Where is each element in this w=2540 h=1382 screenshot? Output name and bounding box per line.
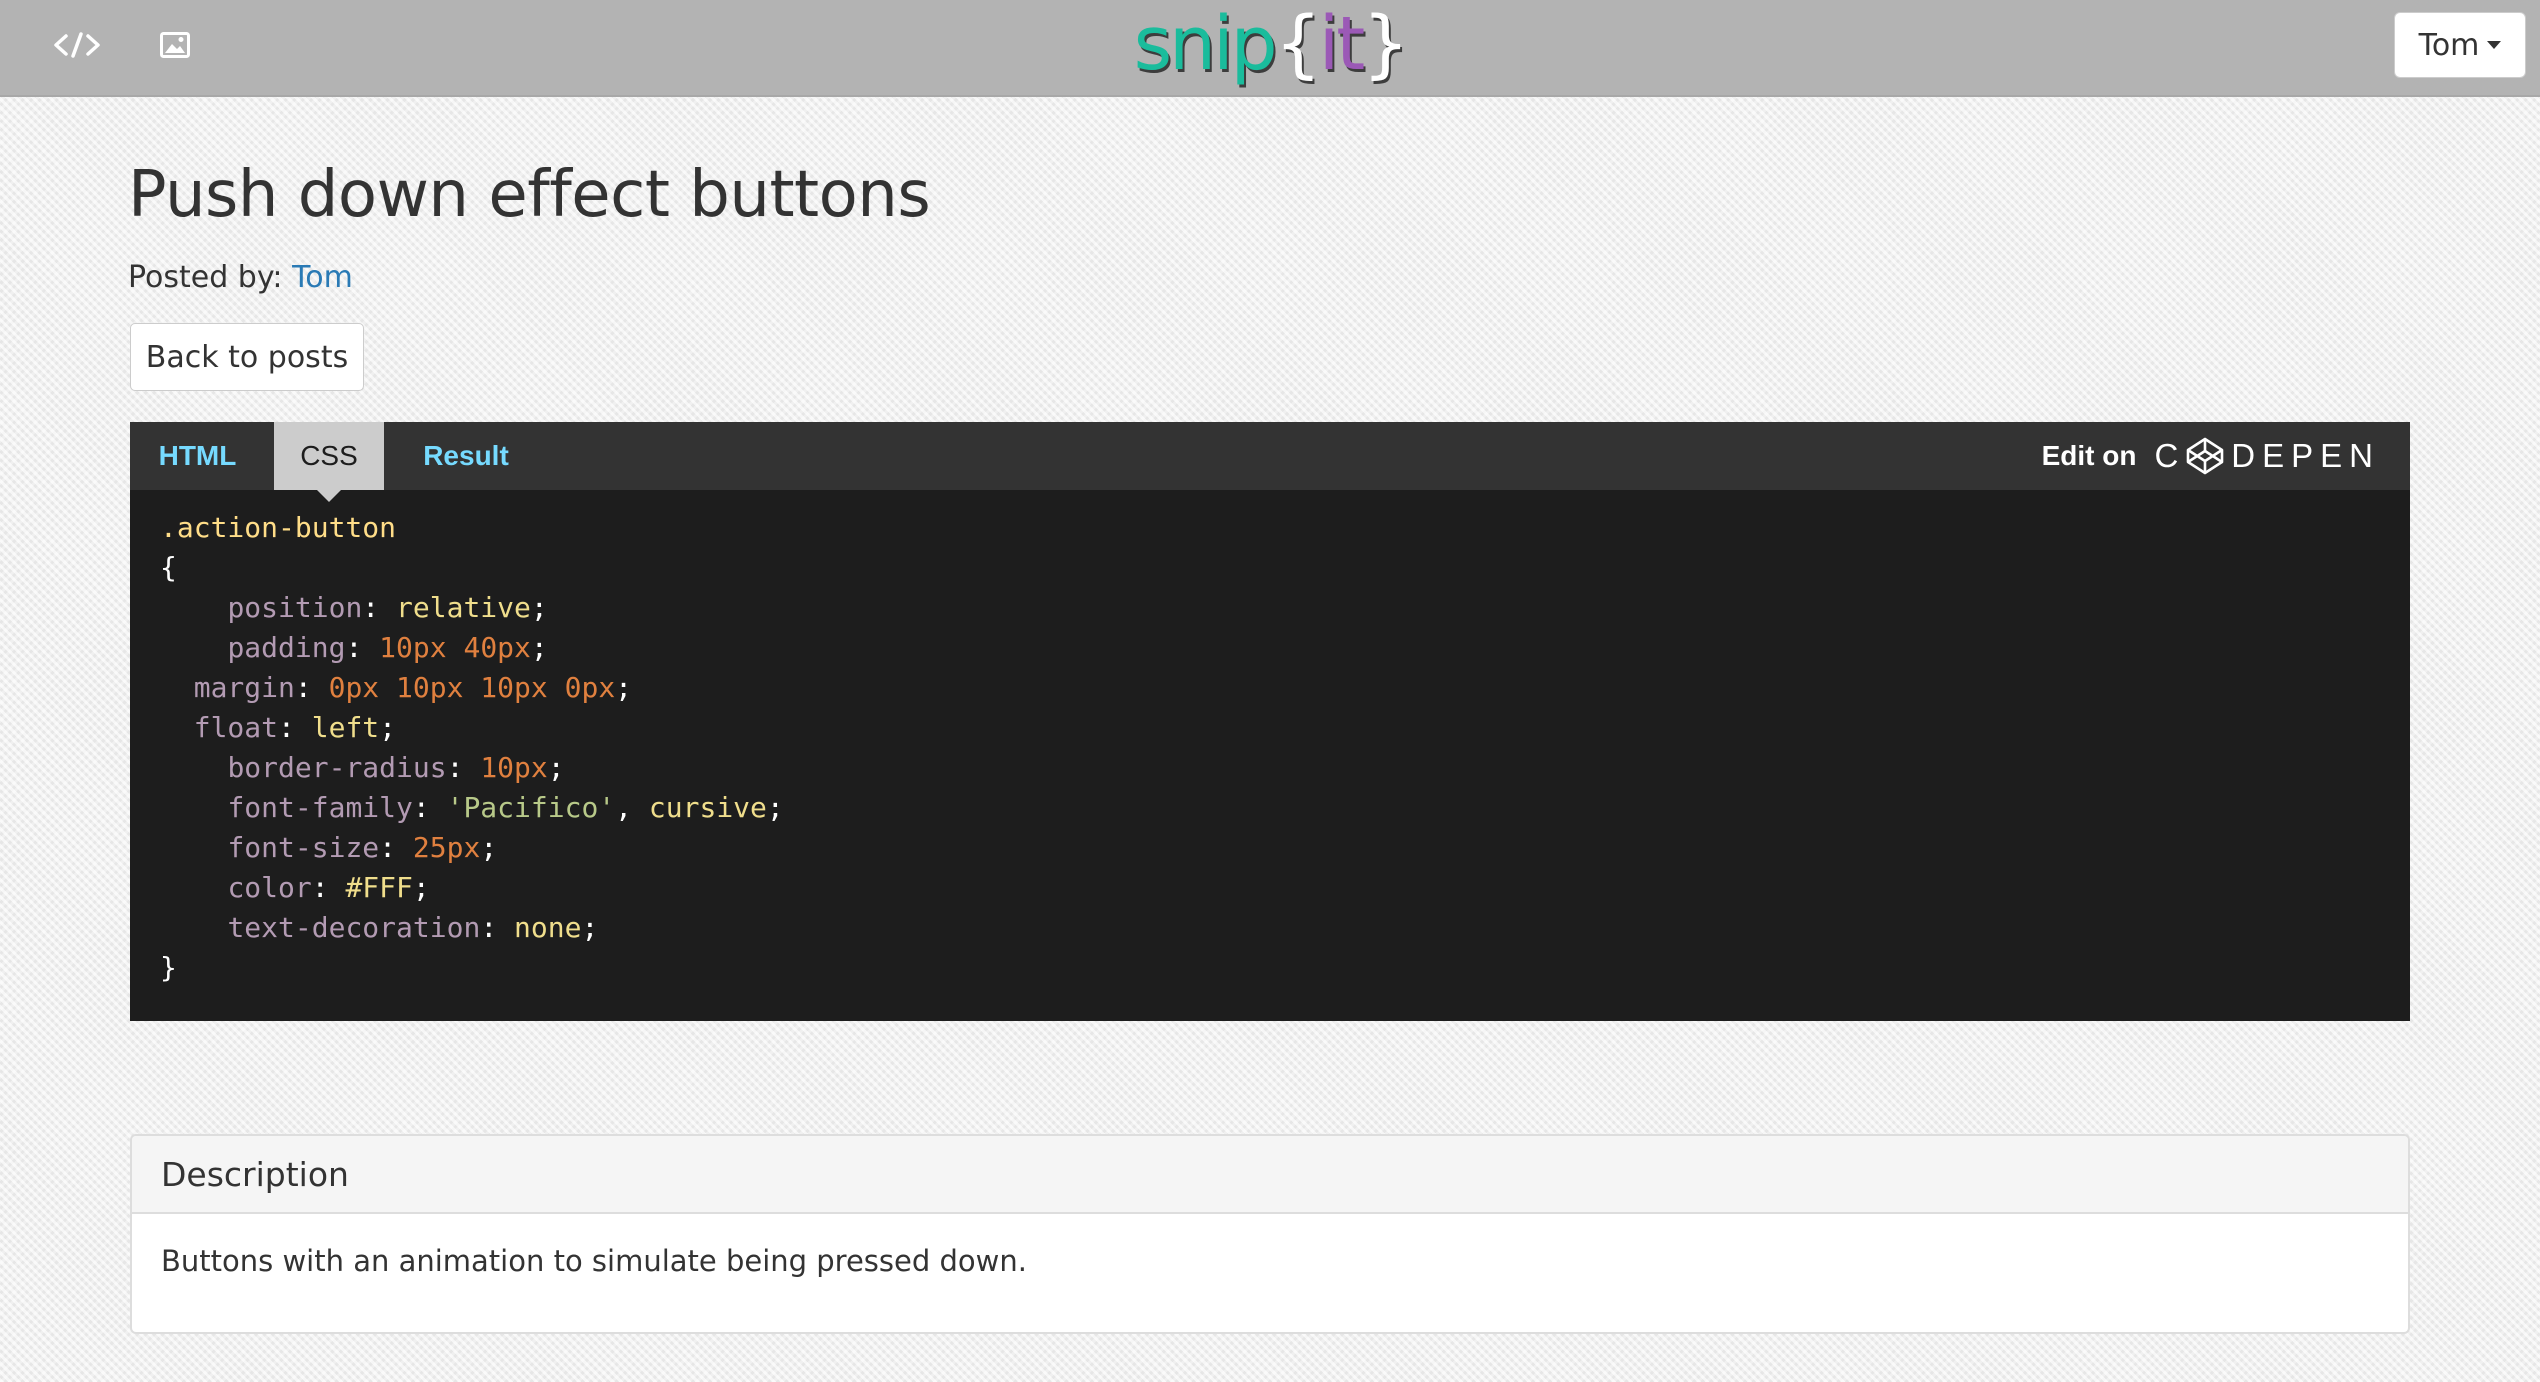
code-token: :	[379, 831, 413, 864]
code-token: :	[480, 911, 515, 944]
description-heading: Description	[132, 1136, 2408, 1214]
code-token: ;	[530, 631, 548, 664]
codepen-cube-icon	[2186, 437, 2224, 475]
code-line: text-decoration: none;	[160, 908, 784, 948]
css-code-block: .action-button { position: relative; padd…	[160, 508, 784, 988]
code-line: border-radius: 10px;	[160, 748, 784, 788]
description-panel: Description Buttons with an animation to…	[130, 1134, 2410, 1334]
code-line: position: relative;	[160, 588, 784, 628]
code-token: left	[311, 711, 380, 744]
code-token: ;	[379, 711, 397, 744]
code-token: ;	[615, 671, 633, 704]
code-line: .action-button	[160, 508, 784, 548]
code-line: margin: 0px 10px 10px 0px;	[160, 668, 784, 708]
back-to-posts-button[interactable]: Back to posts	[130, 323, 364, 391]
code-token: 10px 40px	[379, 631, 531, 664]
code-line: }	[160, 948, 784, 988]
logo-open-brace: {	[1274, 1, 1322, 87]
code-token: text-decoration	[227, 911, 481, 944]
code-token: {	[160, 551, 177, 584]
codepen-logo: C DEPEN	[2154, 437, 2380, 475]
code-token: 'Pacifico'	[446, 791, 616, 824]
code-line: color: #FFF;	[160, 868, 784, 908]
tab-html[interactable]: HTML	[130, 422, 265, 490]
code-token: 25px	[412, 831, 481, 864]
top-navbar: snip{it} Tom	[0, 0, 2540, 97]
code-token: float	[193, 711, 279, 744]
code-line: font-size: 25px;	[160, 828, 784, 868]
code-token: ;	[480, 831, 498, 864]
code-token: color	[227, 871, 312, 904]
codepen-tab-bar: HTML CSS Result Edit on C DEPEN	[130, 422, 2410, 502]
logo-part-snip: snip	[1133, 1, 1278, 87]
code-icon[interactable]	[47, 22, 107, 68]
posted-by-label: Posted by:	[128, 260, 283, 295]
user-menu-button[interactable]: Tom	[2394, 12, 2526, 78]
code-token: 0px 10px 10px 0px	[328, 671, 616, 704]
code-token: ;	[547, 751, 565, 784]
code-token: padding	[227, 631, 346, 664]
code-token: position	[227, 591, 363, 624]
logo-part-it: it	[1318, 1, 1366, 87]
code-token: :	[446, 751, 481, 784]
posted-by: Posted by: Tom	[128, 260, 353, 295]
edit-on-label: Edit on	[2041, 440, 2137, 471]
code-token: 10px	[480, 751, 548, 784]
code-token: cursive	[648, 791, 767, 824]
code-token: #FFF	[345, 871, 413, 904]
code-token: none	[514, 911, 582, 944]
tab-result[interactable]: Result	[401, 422, 531, 490]
tab-css[interactable]: CSS	[274, 422, 384, 502]
code-token: :	[294, 671, 329, 704]
code-line: font-family: 'Pacifico', cursive;	[160, 788, 784, 828]
code-token: .action-button	[160, 511, 397, 544]
logo-close-brace: }	[1362, 1, 1409, 87]
page-title: Push down effect buttons	[128, 158, 931, 232]
description-body: Buttons with an animation to simulate be…	[161, 1244, 1027, 1278]
image-icon[interactable]	[145, 22, 205, 68]
code-token: :	[278, 711, 312, 744]
code-token: relative	[396, 591, 531, 624]
codepen-embed: HTML CSS Result Edit on C DEPEN .action-…	[130, 422, 2410, 1021]
code-token: :	[362, 591, 397, 624]
code-token: font-size	[227, 831, 380, 864]
codepen-logo-text: DEPEN	[2231, 437, 2380, 474]
code-token: border-radius	[227, 751, 447, 784]
code-token: font-family	[227, 791, 413, 824]
edit-on-codepen-link[interactable]: Edit on C DEPEN	[2042, 422, 2380, 490]
code-token: ;	[412, 871, 430, 904]
code-token: ;	[581, 911, 599, 944]
code-line: float: left;	[160, 708, 784, 748]
code-line: padding: 10px 40px;	[160, 628, 784, 668]
code-token: :	[345, 631, 380, 664]
code-token: margin	[193, 671, 295, 704]
code-line: {	[160, 548, 784, 588]
snipit-logo: snip{it}	[0, 0, 2540, 95]
caret-down-icon	[2487, 41, 2502, 49]
code-token: ,	[615, 791, 649, 824]
author-link[interactable]: Tom	[292, 260, 353, 295]
code-token: :	[311, 871, 346, 904]
code-token: :	[412, 791, 447, 824]
code-token: }	[160, 951, 177, 984]
user-name: Tom	[2418, 27, 2480, 63]
code-token: ;	[530, 591, 548, 624]
code-token: ;	[766, 791, 784, 824]
